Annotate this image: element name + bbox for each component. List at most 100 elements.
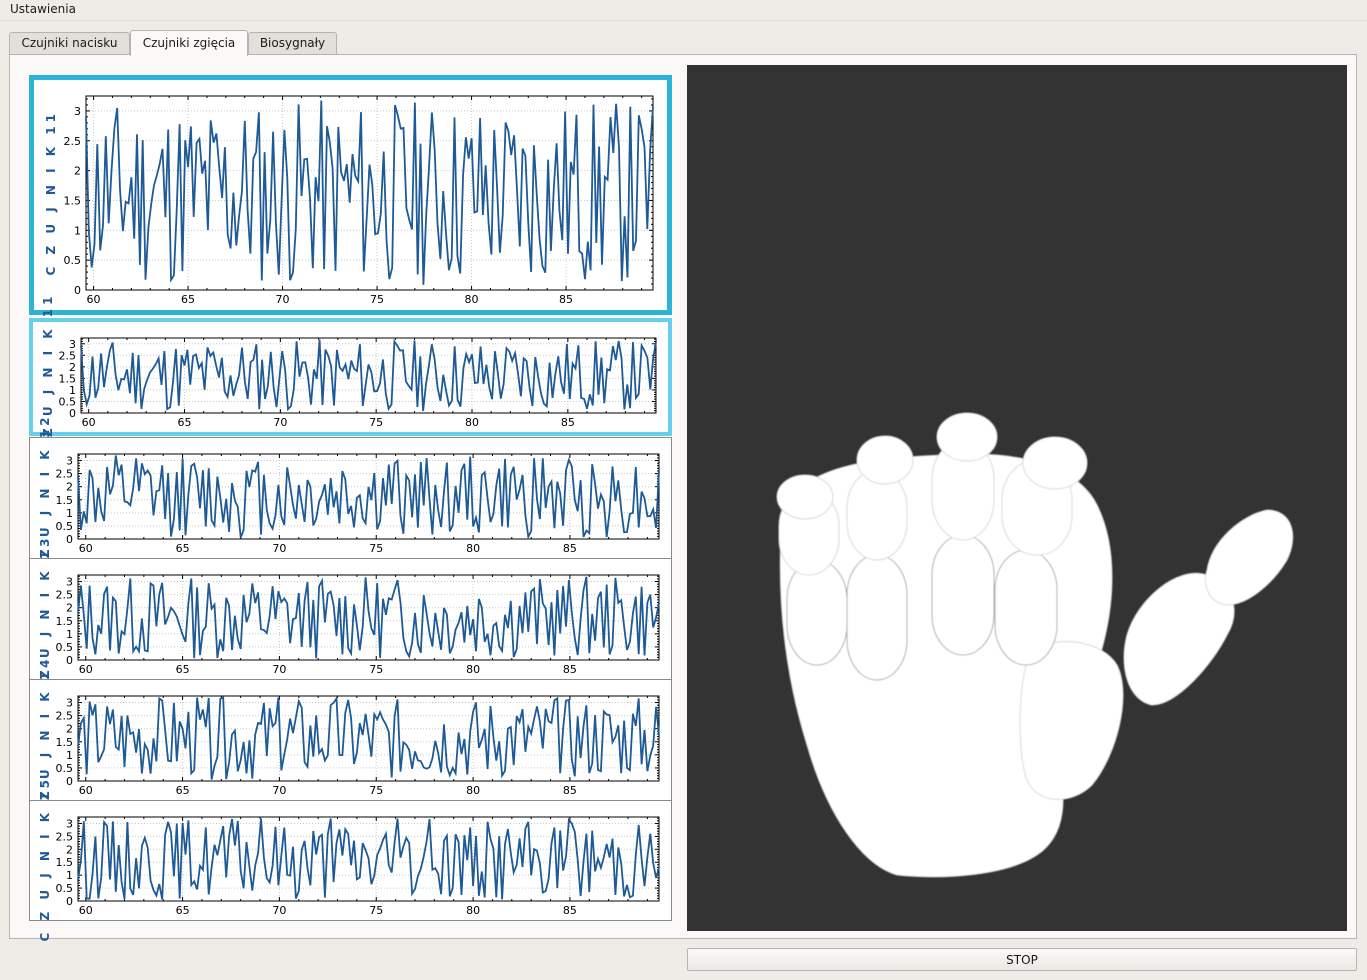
- x-tick-label: 80: [465, 416, 479, 429]
- y-tick-label: 1.5: [59, 372, 77, 385]
- chart-svg: 60 65 70 75 80 8500.511.522.53: [59, 337, 657, 429]
- y-tick-label: 2.5: [64, 135, 82, 148]
- chart-sensor-15[interactable]: 60 65 70 75 80 85 0 0.5 1 1.5 2 2.5 3 C Z U J N I K 1…: [29, 776, 672, 942]
- chart-sensor-11-large[interactable]: 60 65 70 75 80 85 0 0.5 1 1.5 2 2.5 3 C Z U J N I K 1…: [29, 75, 672, 315]
- y-tick-label: 2: [69, 361, 76, 374]
- y-tick-label: 0.5: [56, 882, 74, 895]
- x-tick-label: 85: [559, 293, 573, 306]
- x-tick-label: 85: [561, 416, 575, 429]
- y-tick-label: 0.5: [56, 641, 74, 654]
- y-tick-label: 1: [66, 869, 73, 882]
- y-tick-label: 3: [66, 576, 73, 589]
- x-tick-label: 85: [563, 904, 577, 917]
- sensor-label: C Z U J N I K 15: [38, 776, 52, 942]
- x-tick-label: 65: [176, 663, 190, 676]
- y-tick-label: 2.5: [56, 468, 74, 481]
- x-tick-label: 85: [563, 784, 577, 797]
- y-tick-label: 0.5: [56, 520, 74, 533]
- chart-sensor-11[interactable]: 60 65 70 75 80 85 0 0.5 1 1.5 2 2.5 3 C Z U J N I K 1…: [29, 293, 672, 458]
- x-tick-label: 70: [272, 663, 286, 676]
- y-tick-label: 1: [69, 384, 76, 397]
- x-tick-label: 80: [466, 663, 480, 676]
- hand-finger-index-lower: [994, 549, 1058, 666]
- y-tick-label: 1: [66, 749, 73, 762]
- tab-biosignals[interactable]: Biosygnały: [248, 32, 337, 54]
- y-tick-label: 2.5: [56, 589, 74, 602]
- x-tick-label: 65: [176, 784, 190, 797]
- x-tick-label: 75: [370, 293, 384, 306]
- chart-sensor-12[interactable]: 60 65 70 75 80 85 0 0.5 1 1.5 2 2.5 3 C Z U J N I K 1…: [29, 414, 672, 579]
- x-tick-label: 70: [276, 293, 290, 306]
- y-tick-label: 0: [66, 533, 73, 546]
- y-tick-label: 0.5: [64, 254, 82, 267]
- x-tick-label: 75: [369, 663, 383, 676]
- series-line: [77, 817, 660, 900]
- y-tick-label: 2: [66, 481, 73, 494]
- x-tick-label: 70: [272, 904, 286, 917]
- y-tick-label: 3: [74, 105, 81, 118]
- chart-svg: 60 65 70 75 80 8500.511.522.53: [56, 695, 660, 797]
- x-tick-label: 65: [178, 416, 192, 429]
- x-tick-label: 75: [369, 904, 383, 917]
- x-tick-label: 80: [466, 784, 480, 797]
- y-tick-label: 0.5: [59, 395, 77, 408]
- x-tick-label: 60: [79, 542, 93, 555]
- y-tick-label: 0: [66, 775, 73, 788]
- chart-sensor-14[interactable]: 60 65 70 75 80 85 0 0.5 1 1.5 2 2.5 3 C Z U J N I K 1…: [29, 656, 672, 821]
- y-tick-label: 2.5: [56, 710, 74, 723]
- x-tick-label: 75: [369, 784, 383, 797]
- series-line: [77, 695, 660, 780]
- x-tick-label: 75: [369, 416, 383, 429]
- y-tick-label: 1.5: [64, 194, 82, 207]
- y-tick-label: 1: [66, 507, 73, 520]
- y-tick-label: 0: [66, 895, 73, 908]
- y-tick-label: 2: [66, 602, 73, 615]
- hand-finger-middle-lower: [931, 534, 995, 656]
- x-tick-label: 80: [466, 904, 480, 917]
- hand-thumb: [1019, 641, 1124, 800]
- x-tick-label: 70: [272, 542, 286, 555]
- y-tick-label: 1.5: [56, 494, 74, 507]
- tab-flex-sensors[interactable]: Czujniki zgięcia: [130, 30, 248, 56]
- sensor-label: C Z U J N I K 11: [44, 110, 58, 276]
- x-tick-label: 60: [87, 293, 101, 306]
- y-tick-label: 2: [66, 843, 73, 856]
- y-tick-label: 3: [66, 817, 73, 830]
- menu-settings[interactable]: Ustawienia: [4, 2, 82, 16]
- x-tick-label: 85: [563, 663, 577, 676]
- x-tick-label: 60: [79, 663, 93, 676]
- y-tick-label: 1: [74, 224, 81, 237]
- y-tick-label: 0: [74, 284, 81, 297]
- hand-model: [776, 412, 1294, 878]
- x-tick-label: 65: [176, 904, 190, 917]
- series-line: [80, 338, 657, 412]
- x-tick-label: 75: [369, 542, 383, 555]
- hand-finger-pinky-lower: [786, 559, 848, 666]
- x-tick-label: 65: [176, 542, 190, 555]
- menu-bar: Ustawienia: [0, 0, 1367, 21]
- y-tick-label: 1.5: [56, 615, 74, 628]
- series-line: [77, 576, 660, 660]
- hand-3d-viewport[interactable]: [687, 65, 1347, 931]
- x-tick-label: 70: [273, 416, 287, 429]
- chart-sensor-13[interactable]: 60 65 70 75 80 85 0 0.5 1 1.5 2 2.5 3 C Z U J N I K 1…: [29, 535, 672, 700]
- y-tick-label: 0.5: [56, 762, 74, 775]
- chart-svg: 60 65 70 75 80 8500.511.522.53: [56, 574, 660, 676]
- x-tick-label: 60: [79, 904, 93, 917]
- y-tick-label: 2.5: [59, 349, 77, 362]
- x-tick-label: 60: [82, 416, 96, 429]
- x-tick-label: 60: [79, 784, 93, 797]
- y-tick-label: 1.5: [56, 856, 74, 869]
- x-tick-label: 80: [465, 293, 479, 306]
- chart-svg: 60 65 70 75 80 8500.511.522.53: [64, 95, 654, 306]
- chart-svg: 60 65 70 75 80 8500.511.522.53: [56, 453, 660, 555]
- hand-finger-ring-lower: [846, 554, 908, 681]
- y-tick-label: 0: [69, 407, 76, 420]
- y-tick-label: 0: [66, 654, 73, 667]
- stop-button[interactable]: STOP: [687, 948, 1357, 971]
- y-tick-label: 2: [66, 723, 73, 736]
- tab-pressure-sensors[interactable]: Czujniki nacisku: [9, 32, 130, 54]
- x-tick-label: 80: [466, 542, 480, 555]
- chart-svg: 60 65 70 75 80 8500.511.522.53: [56, 816, 660, 917]
- y-tick-label: 3: [66, 697, 73, 710]
